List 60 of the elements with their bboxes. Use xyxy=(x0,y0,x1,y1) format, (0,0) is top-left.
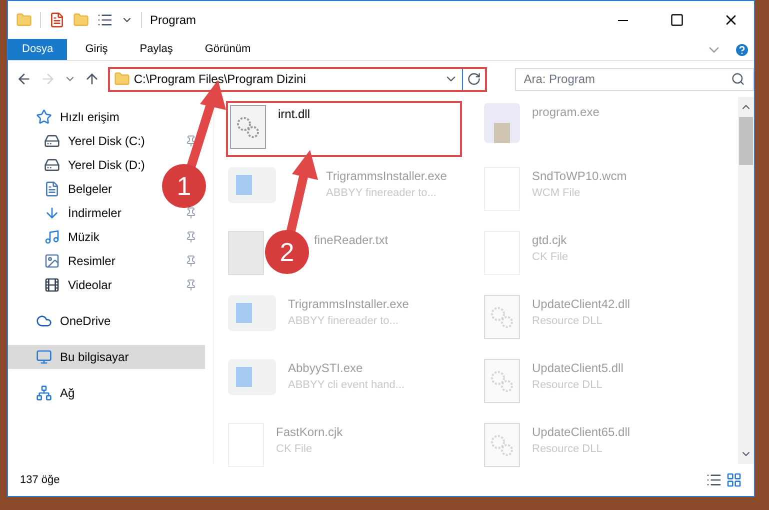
monitor-icon xyxy=(36,349,52,365)
help-icon[interactable] xyxy=(734,42,750,58)
maximize-icon xyxy=(670,13,684,27)
application-icon xyxy=(484,103,520,143)
file-type: Resource DLL xyxy=(532,378,604,393)
film-icon xyxy=(44,277,60,293)
tiles-view-icon[interactable] xyxy=(726,472,742,488)
file-name[interactable]: irnt.dll xyxy=(278,105,310,123)
gear-file-icon xyxy=(484,423,520,467)
sidebar-item[interactable]: Yerel Disk (C:) xyxy=(8,129,205,153)
up-icon[interactable] xyxy=(84,71,100,87)
details-view-icon[interactable] xyxy=(706,472,722,488)
file-type: ABBYY finereader to... xyxy=(326,186,438,201)
scrollbar[interactable] xyxy=(738,97,754,464)
file-type: ABBYY finereader to... xyxy=(288,314,400,329)
scroll-thumb[interactable] xyxy=(739,117,753,165)
sidebar-item[interactable]: Müzik xyxy=(8,225,205,249)
network-icon xyxy=(36,385,52,401)
gear-file-icon xyxy=(484,295,520,339)
application-icon xyxy=(228,295,276,331)
sidebar-item[interactable]: Ağ xyxy=(8,381,83,405)
ribbon-tab[interactable]: Paylaş xyxy=(126,39,187,60)
search-icon xyxy=(731,72,746,86)
application-icon xyxy=(228,167,276,203)
file-type: WCM File xyxy=(532,186,582,201)
folder-icon xyxy=(114,71,130,87)
sidebar-item[interactable]: Yerel Disk (D:) xyxy=(8,153,153,177)
document-icon xyxy=(44,181,60,197)
refresh-icon[interactable] xyxy=(466,72,481,86)
ribbon-tab[interactable]: Giriş xyxy=(71,39,122,60)
ribbon-tab[interactable]: Görünüm xyxy=(190,39,265,60)
file-type: Resource DLL xyxy=(532,442,604,457)
cloud-icon xyxy=(36,313,52,329)
item-count: 137 öğe xyxy=(20,472,61,488)
star-icon xyxy=(36,109,52,125)
sidebar-item[interactable]: Videolar xyxy=(8,273,205,297)
sidebar-item[interactable]: OneDrive xyxy=(8,309,119,333)
address-path: C:\Program Files\Program Dizini xyxy=(134,71,307,88)
search-field[interactable]: Ara: Program xyxy=(514,68,754,90)
music-note-icon xyxy=(44,229,60,245)
file-type: Resource DLL xyxy=(532,314,604,329)
sidebar-item[interactable]: Bu bilgisayar xyxy=(8,345,205,369)
address-bar[interactable]: C:\Program Files\Program Dizini xyxy=(108,66,487,92)
gear-file-icon xyxy=(230,105,266,149)
sidebar-item[interactable]: Belgeler xyxy=(8,177,120,201)
ribbon-tab[interactable]: Dosya xyxy=(8,39,68,60)
file-type: ABBYY cli event hand... xyxy=(288,378,405,393)
sidebar-item[interactable]: Hızlı erişim xyxy=(8,105,128,129)
back-icon[interactable] xyxy=(16,71,32,87)
sidebar-item[interactable]: Resimler xyxy=(8,249,205,273)
file-type: CK File xyxy=(532,250,568,265)
application-icon xyxy=(228,359,276,395)
file-type: CK File xyxy=(276,442,314,457)
file-icon xyxy=(228,231,264,275)
drive-icon xyxy=(44,157,60,173)
picture-icon xyxy=(44,253,60,269)
search-input[interactable]: Ara: Program xyxy=(524,70,732,88)
gear-file-icon xyxy=(484,359,520,403)
window-title: Program xyxy=(150,12,196,29)
drive-icon xyxy=(44,133,60,149)
